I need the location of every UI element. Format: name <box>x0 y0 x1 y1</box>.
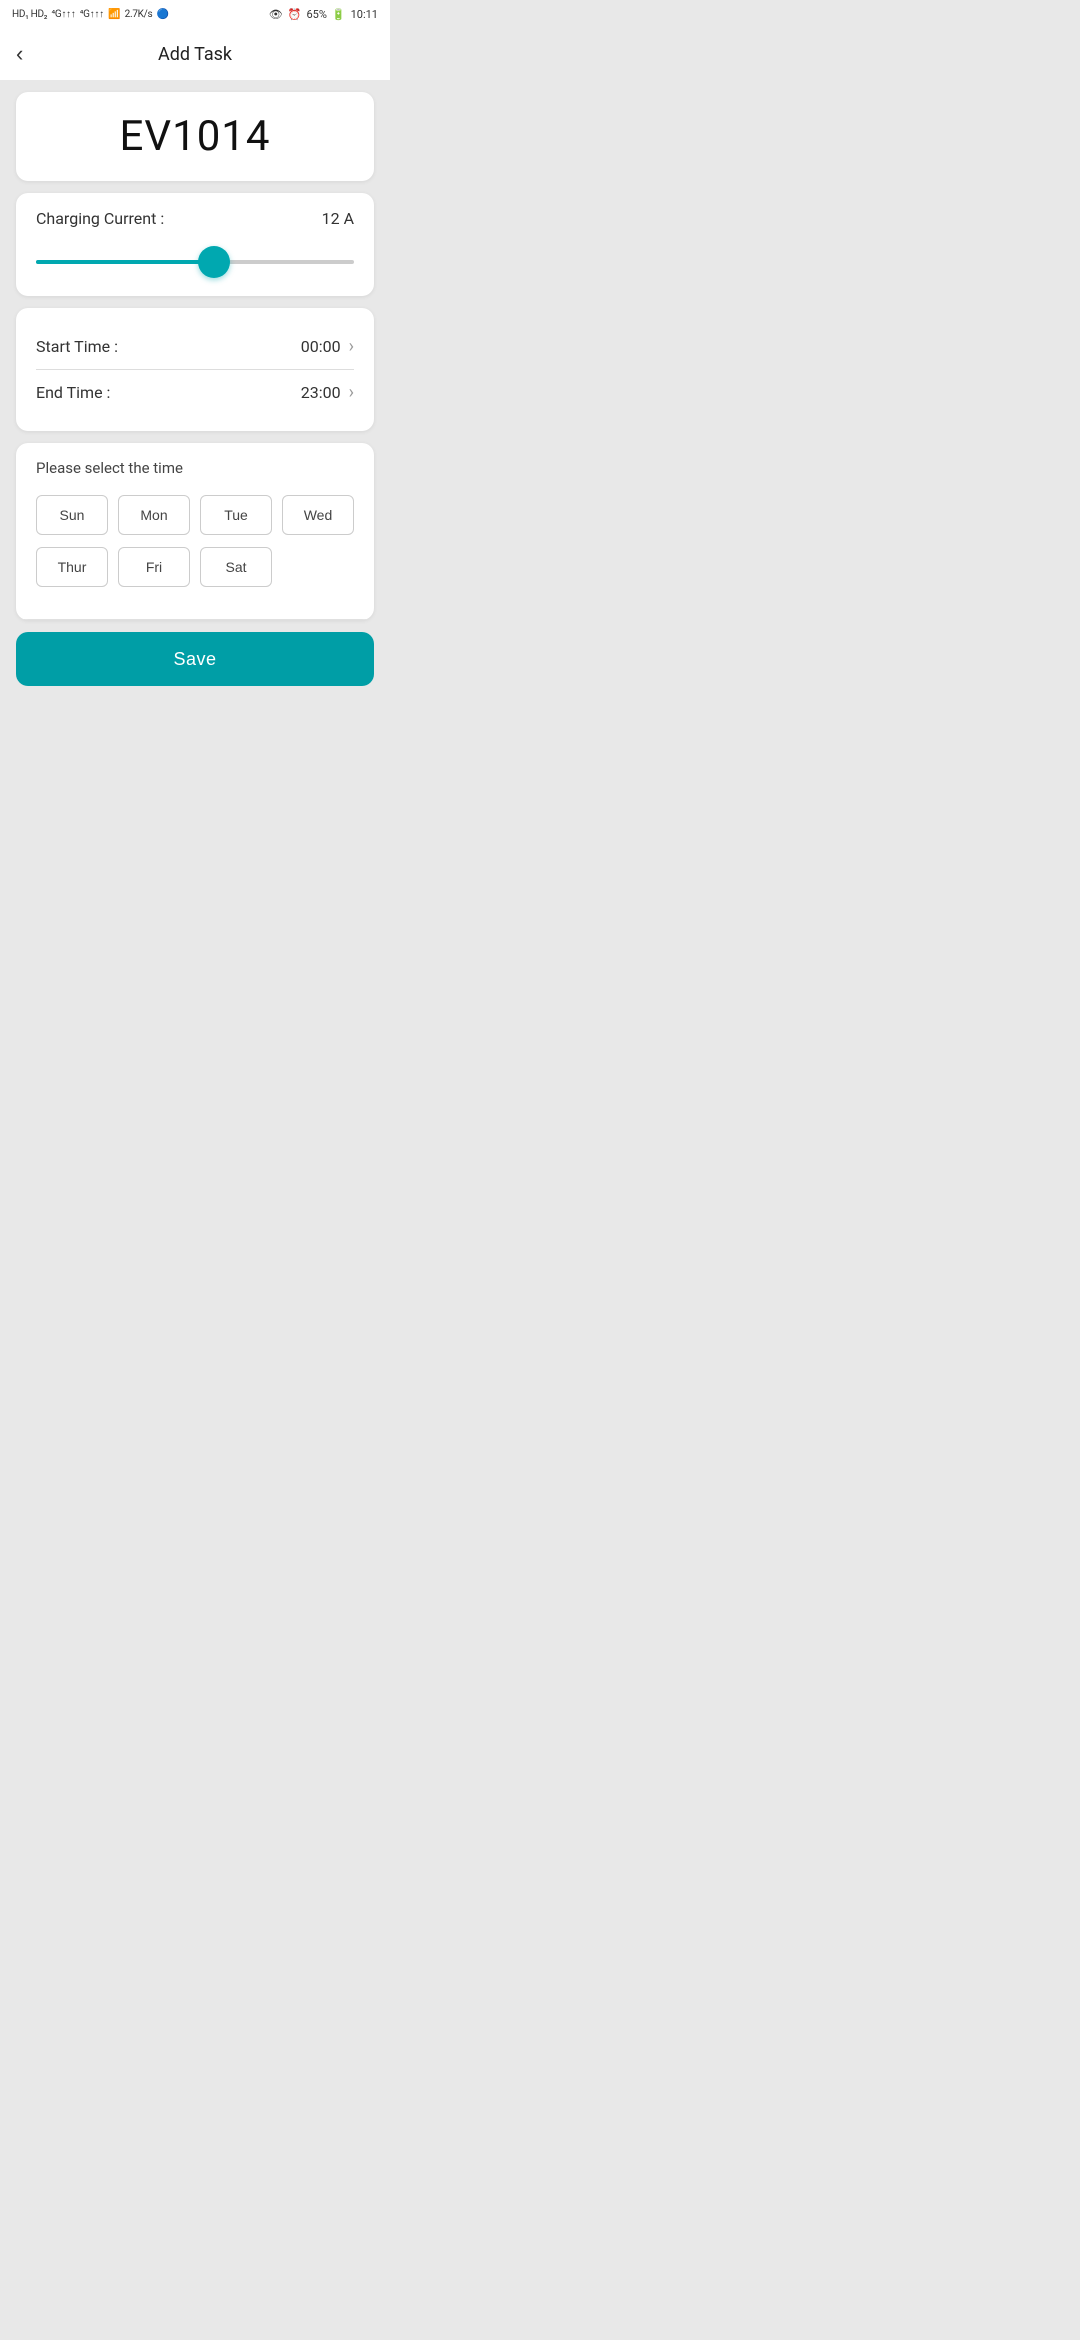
start-time-value-wrap: 00:00 › <box>301 336 354 357</box>
day-button-thur[interactable]: Thur <box>36 547 108 587</box>
day-button-wed[interactable]: Wed <box>282 495 354 535</box>
start-time-row[interactable]: Start Time : 00:00 › <box>36 324 354 370</box>
eye-icon: 👁 <box>269 8 283 21</box>
charging-current-label: Charging Current : <box>36 209 164 228</box>
save-button[interactable]: Save <box>16 632 374 686</box>
slider-thumb[interactable] <box>198 246 230 278</box>
battery-icon: 🔋 <box>332 8 346 21</box>
end-time-label: End Time : <box>36 383 110 402</box>
charging-slider-container[interactable] <box>36 244 354 280</box>
page-title: Add Task <box>158 44 232 65</box>
day-card-inner: Please select the time SunMonTueWed Thur… <box>16 443 374 619</box>
clock: 10:11 <box>351 8 378 21</box>
end-time-value: 23:00 <box>301 383 341 402</box>
end-time-value-wrap: 23:00 › <box>301 382 354 403</box>
start-time-chevron-icon: › <box>349 336 354 357</box>
day-button-fri[interactable]: Fri <box>118 547 190 587</box>
day-button-tue[interactable]: Tue <box>200 495 272 535</box>
day-button-sun[interactable]: Sun <box>36 495 108 535</box>
charging-header: Charging Current : 12 A <box>36 209 354 228</box>
day-buttons-row-2: ThurFriSat <box>36 547 354 587</box>
back-button[interactable]: ‹ <box>16 37 31 71</box>
main-content: EV1014 Charging Current : 12 A Start Tim… <box>0 80 390 698</box>
start-time-label: Start Time : <box>36 337 118 356</box>
ev-id-card: EV1014 <box>16 92 374 181</box>
charging-current-card: Charging Current : 12 A <box>16 193 374 296</box>
status-bar: HD₁ HD₂ ⁴G↑↑↑ ⁴G↑↑↑ 📶 2.7K/s 🔵 👁 ⏰ 65% 🔋… <box>0 0 390 28</box>
ev-id-value: EV1014 <box>119 112 270 161</box>
nav-bar: ‹ Add Task <box>0 28 390 80</box>
end-time-row[interactable]: End Time : 23:00 › <box>36 370 354 415</box>
day-button-mon[interactable]: Mon <box>118 495 190 535</box>
day-buttons-row: SunMonTueWed <box>36 495 354 535</box>
alarm-icon: ⏰ <box>288 8 302 21</box>
network-info: HD₁ HD₂ ⁴G↑↑↑ ⁴G↑↑↑ 📶 2.7K/s 🔵 <box>12 9 169 20</box>
day-button-sat[interactable]: Sat <box>200 547 272 587</box>
slider-fill <box>36 260 214 264</box>
status-right: 👁 ⏰ 65% 🔋 10:11 <box>269 8 378 21</box>
status-left: HD₁ HD₂ ⁴G↑↑↑ ⁴G↑↑↑ 📶 2.7K/s 🔵 <box>12 9 169 20</box>
time-card: Start Time : 00:00 › End Time : 23:00 › <box>16 308 374 431</box>
start-time-value: 00:00 <box>301 337 341 356</box>
battery-percent: 65% <box>306 8 326 21</box>
end-time-chevron-icon: › <box>349 382 354 403</box>
day-selector-card: Please select the time SunMonTueWed Thur… <box>16 443 374 620</box>
day-select-label: Please select the time <box>36 459 354 477</box>
day-card-divider <box>16 619 374 620</box>
charging-current-value: 12 A <box>322 209 354 228</box>
